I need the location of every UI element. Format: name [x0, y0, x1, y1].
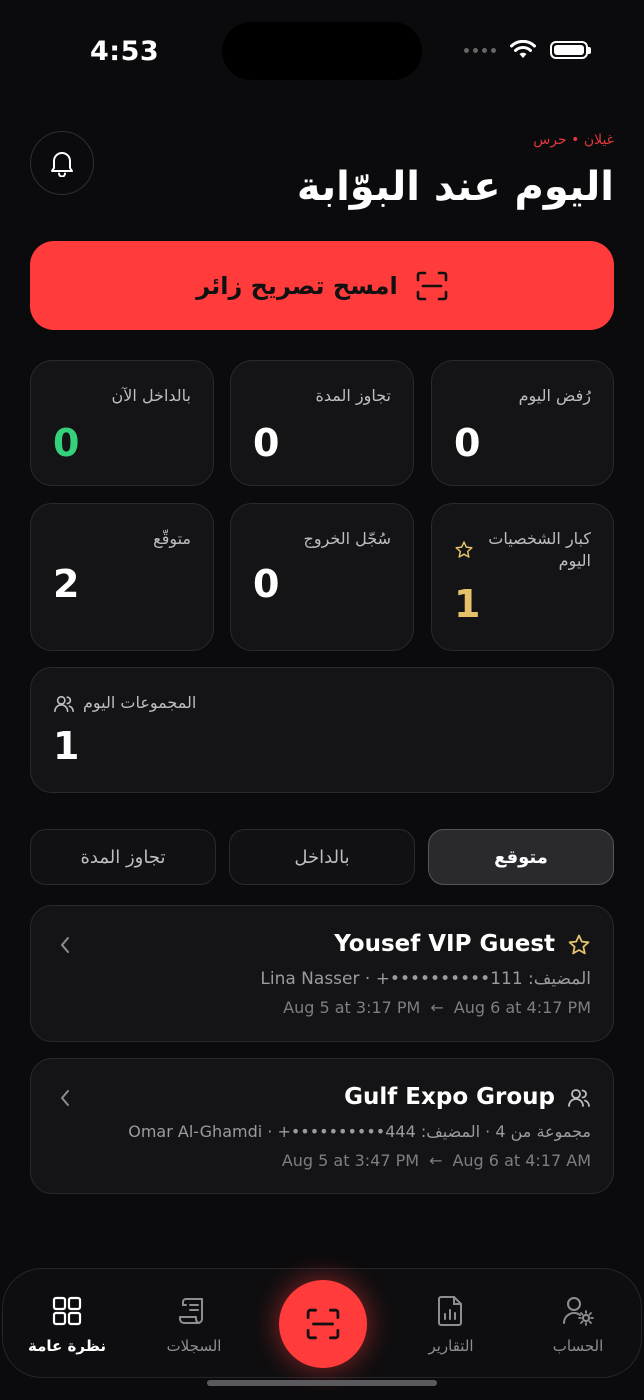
stat-expected[interactable]: متوقّع 2: [30, 503, 214, 651]
scroll-icon: [179, 1298, 203, 1324]
bottom-nav: نظرة عامة السجلات التقارير الحساب: [2, 1268, 642, 1378]
nav-label: التقارير: [428, 1337, 474, 1355]
scan-visitor-pass-button[interactable]: امسح تصريح زائر: [30, 241, 614, 330]
status-time: 4:53: [90, 36, 160, 67]
stat-value: 1: [454, 582, 481, 626]
notifications-button[interactable]: [30, 131, 94, 195]
group-icon: [54, 695, 74, 713]
scan-icon: [306, 1308, 340, 1340]
nav-label: الحساب: [552, 1337, 604, 1355]
stat-label: بالداخل الآن: [111, 386, 191, 405]
visit-host: المضيف: Lina Nasser · +••••••••••111: [260, 969, 591, 989]
stat-checked-out[interactable]: سُجّل الخروج 0: [230, 503, 414, 651]
report-chart-icon: [438, 1296, 462, 1326]
status-bar: 4:53: [0, 0, 644, 100]
tab-overstay[interactable]: تجاوز المدة: [30, 829, 216, 885]
user-settings-icon: [563, 1297, 594, 1326]
nav-overview[interactable]: نظرة عامة: [22, 1295, 112, 1355]
status-icons: [464, 40, 591, 60]
group-icon: [568, 1089, 590, 1107]
visit-title: Gulf Expo Group: [344, 1084, 555, 1110]
visit-filter-tabs: متوقع بالداخل تجاوز المدة: [30, 829, 614, 885]
stat-label: تجاوز المدة: [315, 386, 391, 405]
visit-card[interactable]: Yousef VIP Guest المضيف: Lina Nasser · +…: [30, 905, 614, 1042]
scan-icon: [416, 271, 448, 300]
stat-value: 1: [53, 724, 80, 768]
stat-value: 0: [253, 421, 280, 465]
tab-inside[interactable]: بالداخل: [229, 829, 415, 885]
stat-groups-today[interactable]: المجموعات اليوم 1: [30, 667, 614, 793]
stat-label: سُجّل الخروج: [303, 529, 391, 548]
bell-icon: [51, 152, 73, 177]
stat-value: 0: [253, 562, 280, 606]
page-title: اليوم عند البوّابة: [296, 164, 614, 210]
wifi-icon: [510, 40, 536, 58]
stat-inside-now[interactable]: بالداخل الآن 0: [30, 360, 214, 486]
stat-rejected-today[interactable]: رُفض اليوم 0: [431, 360, 614, 486]
visit-host: مجموعة من 4 · المضيف: Omar Al-Ghamdi · +…: [128, 1122, 591, 1141]
tab-expected[interactable]: متوقع: [428, 829, 614, 885]
nav-reports[interactable]: التقارير: [406, 1295, 496, 1355]
stat-vip-today[interactable]: كبار الشخصيات اليوم 1: [431, 503, 614, 651]
stat-overstay[interactable]: تجاوز المدة 0: [230, 360, 414, 486]
stat-label: متوقّع: [153, 529, 191, 548]
stat-label: كبار الشخصيات اليوم: [488, 529, 591, 570]
visit-time-to: Aug 6 at 4:17 AM: [452, 1151, 591, 1170]
nav-logs[interactable]: السجلات: [149, 1295, 239, 1355]
visit-time-from: Aug 5 at 3:47 PM: [281, 1151, 420, 1170]
nav-label: السجلات: [166, 1337, 222, 1355]
visit-time-to: Aug 6 at 4:17 PM: [453, 998, 591, 1017]
nav-label: نظرة عامة: [28, 1337, 106, 1355]
star-icon: [568, 934, 590, 955]
signal-icon: [464, 47, 496, 53]
arrow-icon: ←: [430, 998, 444, 1017]
scan-cta-label: امسح تصريح زائر: [196, 271, 398, 300]
stat-label: رُفض اليوم: [518, 386, 591, 405]
brand-label: غيلان • حرس: [533, 132, 614, 148]
battery-icon: [550, 41, 591, 59]
stat-value: 2: [53, 562, 80, 606]
visit-time-range: Aug 6 at 4:17 AM ← Aug 5 at 3:47 PM: [282, 1151, 591, 1170]
stat-label: المجموعات اليوم: [83, 693, 197, 712]
stat-value: 0: [53, 421, 80, 465]
arrow-icon: ←: [429, 1151, 443, 1170]
visit-time-range: Aug 6 at 4:17 PM ← Aug 5 at 3:17 PM: [283, 998, 591, 1017]
chevron-left-icon: [61, 1090, 69, 1106]
visit-card[interactable]: Gulf Expo Group مجموعة من 4 · المضيف: Om…: [30, 1058, 614, 1194]
stat-value: 0: [454, 421, 481, 465]
dynamic-island: [222, 22, 422, 80]
visit-title: Yousef VIP Guest: [334, 931, 555, 957]
home-indicator: [207, 1380, 437, 1386]
chevron-left-icon: [61, 937, 69, 953]
scan-fab-button[interactable]: [279, 1280, 367, 1368]
nav-account[interactable]: الحساب: [533, 1295, 623, 1355]
grid-icon: [52, 1296, 82, 1326]
visit-time-from: Aug 5 at 3:17 PM: [283, 998, 421, 1017]
